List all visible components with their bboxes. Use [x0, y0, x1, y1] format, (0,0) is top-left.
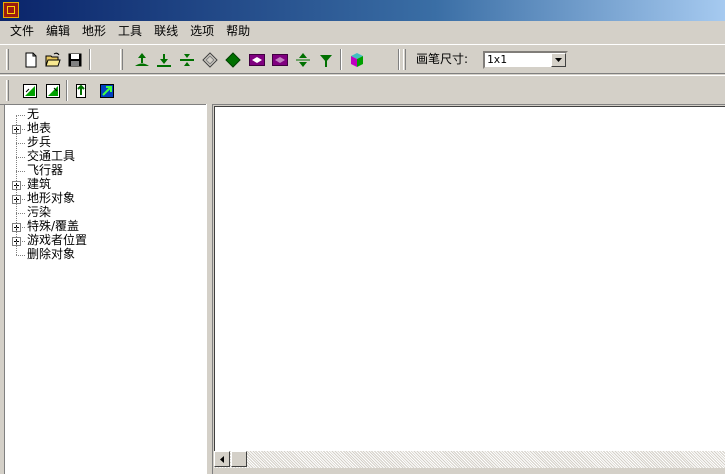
menu-options[interactable]: 选项 [184, 21, 220, 42]
tree-item-player-position[interactable]: 游戏者位置 [5, 227, 205, 248]
purple-raise-icon[interactable] [247, 50, 267, 70]
tree-item-label: 游戏者位置 [27, 233, 88, 247]
green-up-down-icon[interactable] [293, 50, 313, 70]
chevron-down-icon[interactable] [551, 53, 566, 67]
open-folder-icon[interactable] [43, 50, 63, 70]
save-disk-icon[interactable] [65, 50, 85, 70]
tree-item-pollution[interactable]: 污染 [5, 199, 205, 220]
raise-terrain-icon[interactable] [132, 50, 152, 70]
tree-item-label: 交通工具 [27, 149, 76, 163]
tree-item-special-overlay[interactable]: 特殊/覆盖 [5, 213, 205, 234]
main-toolbar [0, 44, 725, 74]
tree-item-none[interactable]: 无 [5, 107, 205, 122]
toolbar-separator [66, 80, 68, 101]
tree-item-label: 地形对象 [27, 191, 76, 205]
insert-icon[interactable] [71, 81, 91, 101]
toolbar-grip[interactable] [120, 49, 123, 70]
green-diamond-icon[interactable] [223, 50, 243, 70]
secondary-toolbar [0, 75, 725, 105]
green-down-icon[interactable] [316, 50, 336, 70]
tree-item-label: 步兵 [27, 135, 52, 149]
menu-file[interactable]: 文件 [0, 21, 40, 42]
lower-terrain-icon[interactable] [154, 50, 174, 70]
tree-item-label: 飞行器 [27, 163, 64, 177]
pen-size-select[interactable]: 1x1 [483, 51, 568, 69]
new-file-icon[interactable] [21, 50, 41, 70]
menu-terrain[interactable]: 地形 [76, 21, 112, 42]
tree-item-buildings[interactable]: 建筑 [5, 171, 205, 192]
scroll-left-arrow-icon[interactable] [214, 451, 230, 467]
cube-icon[interactable] [347, 50, 367, 70]
title-bar [0, 0, 725, 21]
tree-item-terrain-surface[interactable]: 地表 [5, 115, 205, 136]
tree-item-label: 删除对象 [27, 247, 76, 261]
toolbar-separator [340, 49, 342, 70]
paste-layer-icon[interactable] [43, 81, 63, 101]
map-canvas[interactable] [214, 106, 725, 451]
tree-item-infantry[interactable]: 步兵 [5, 129, 205, 150]
menu-bar: 文件 编辑 地形 工具 联线 选项 帮助 [0, 21, 725, 42]
tree-item-delete-object[interactable]: 删除对象 [5, 241, 205, 262]
toolbar-grip[interactable] [403, 49, 406, 70]
tree-item-label: 地表 [27, 121, 52, 135]
menu-link[interactable]: 联线 [148, 21, 184, 42]
copy-layer-icon[interactable] [20, 81, 40, 101]
tree-item-label: 建筑 [27, 177, 52, 191]
tree-item-vehicles[interactable]: 交通工具 [5, 143, 205, 164]
purple-lower-icon[interactable] [270, 50, 290, 70]
toolbar-grip[interactable] [6, 80, 9, 101]
toolbar-grip[interactable] [6, 49, 9, 70]
tree-item-label: 无 [27, 107, 40, 121]
tree-item-aircraft[interactable]: 飞行器 [5, 157, 205, 178]
tree-item-label: 特殊/覆盖 [27, 219, 80, 233]
toolbar-separator [89, 49, 91, 70]
export-icon[interactable] [97, 81, 117, 101]
flatten-terrain-icon[interactable] [177, 50, 197, 70]
scroll-thumb[interactable] [231, 451, 247, 467]
menu-edit[interactable]: 编辑 [40, 21, 76, 42]
object-tree[interactable]: 无 地表 步兵 交通工具 飞行器 建筑 地形对象 污染 特殊/覆盖 游戏者位置 [4, 104, 206, 474]
toolbar-separator [398, 49, 400, 70]
app-icon[interactable] [3, 2, 19, 18]
menu-tools[interactable]: 工具 [112, 21, 148, 42]
tree-item-label: 污染 [27, 205, 52, 219]
menu-help[interactable]: 帮助 [220, 21, 256, 42]
tree-item-terrain-objects[interactable]: 地形对象 [5, 185, 205, 206]
pen-size-value: 1x1 [487, 53, 507, 66]
pen-size-label: 画笔尺寸: [416, 52, 469, 66]
horizontal-scrollbar[interactable] [214, 451, 725, 468]
smooth-diamond-outline-icon[interactable] [200, 50, 220, 70]
